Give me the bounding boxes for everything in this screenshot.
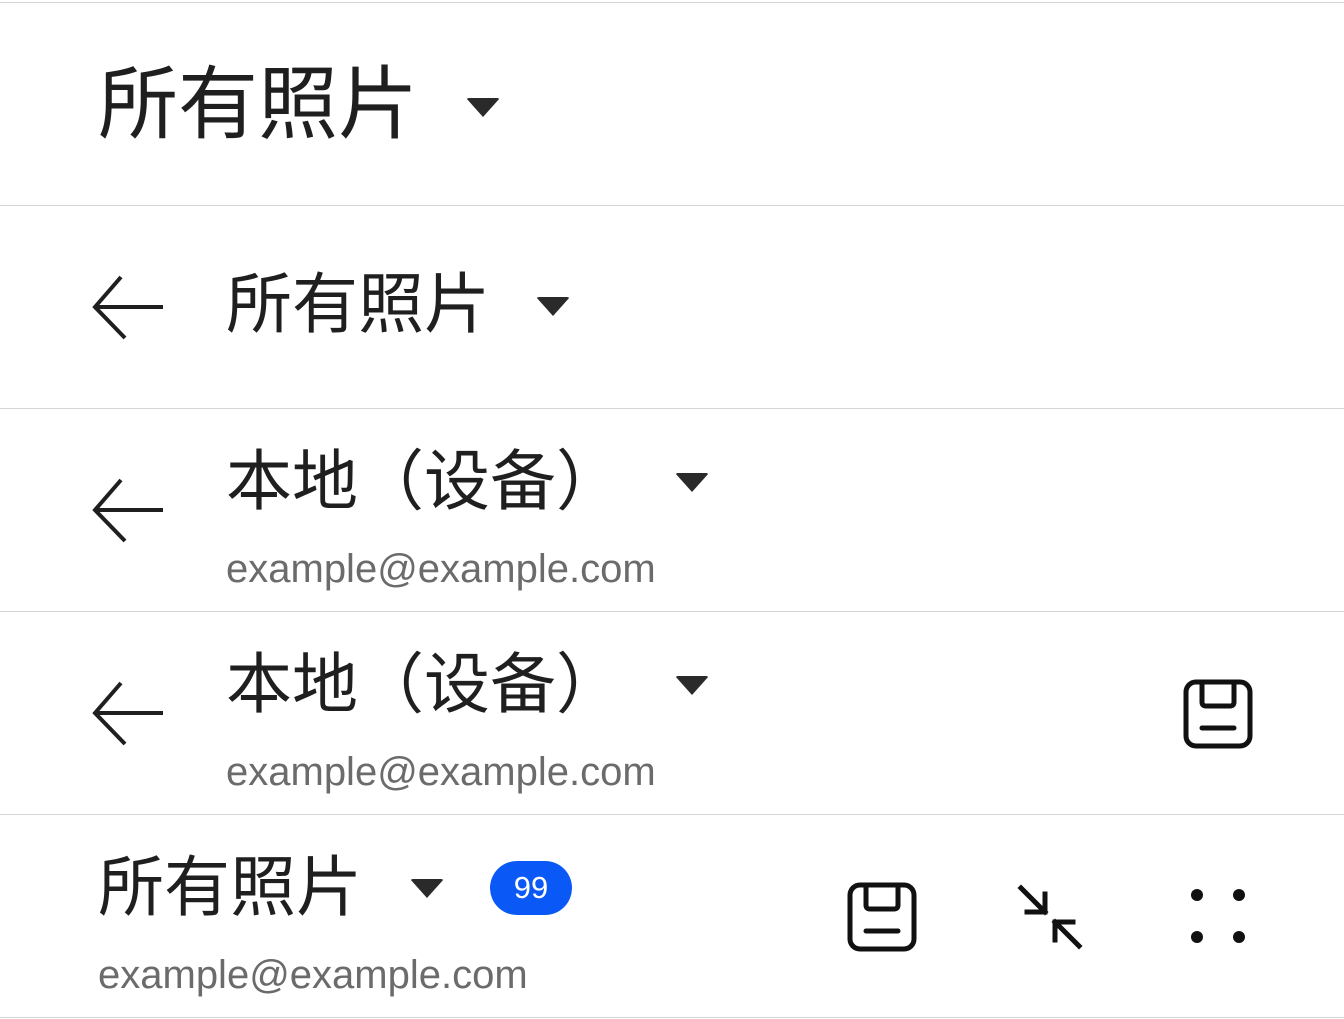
account-subtitle: example@example.com bbox=[226, 750, 656, 794]
title-bar-full: 所有照片 99 example@example.com bbox=[0, 815, 1344, 1017]
more-dots-icon[interactable] bbox=[1182, 883, 1254, 947]
page-title[interactable]: 所有照片 bbox=[226, 272, 490, 338]
caret-down-icon[interactable] bbox=[410, 879, 444, 898]
back-arrow-icon[interactable] bbox=[80, 272, 170, 342]
count-badge: 99 bbox=[490, 861, 572, 915]
caret-down-icon[interactable] bbox=[466, 98, 500, 117]
account-subtitle: example@example.com bbox=[98, 953, 528, 997]
title-bar-back-subtitle: 本地（设备） example@example.com bbox=[0, 409, 1344, 611]
page-title[interactable]: 本地（设备） bbox=[226, 652, 622, 718]
divider bbox=[0, 1017, 1344, 1018]
page-title[interactable]: 所有照片 bbox=[98, 65, 418, 145]
caret-down-icon[interactable] bbox=[675, 676, 709, 695]
page-title[interactable]: 所有照片 bbox=[98, 855, 362, 921]
collapse-icon[interactable] bbox=[1014, 881, 1086, 953]
page-title[interactable]: 本地（设备） bbox=[226, 449, 622, 515]
caret-down-icon[interactable] bbox=[536, 297, 570, 316]
back-arrow-icon[interactable] bbox=[80, 475, 170, 545]
title-bar-large: 所有照片 bbox=[0, 3, 1344, 205]
account-subtitle: example@example.com bbox=[226, 547, 656, 591]
save-icon[interactable] bbox=[844, 879, 920, 955]
save-icon[interactable] bbox=[1180, 676, 1256, 752]
caret-down-icon[interactable] bbox=[675, 473, 709, 492]
title-bar-back-subtitle-action: 本地（设备） example@example.com bbox=[0, 612, 1344, 814]
back-arrow-icon[interactable] bbox=[80, 678, 170, 748]
title-bar-back: 所有照片 bbox=[0, 206, 1344, 408]
